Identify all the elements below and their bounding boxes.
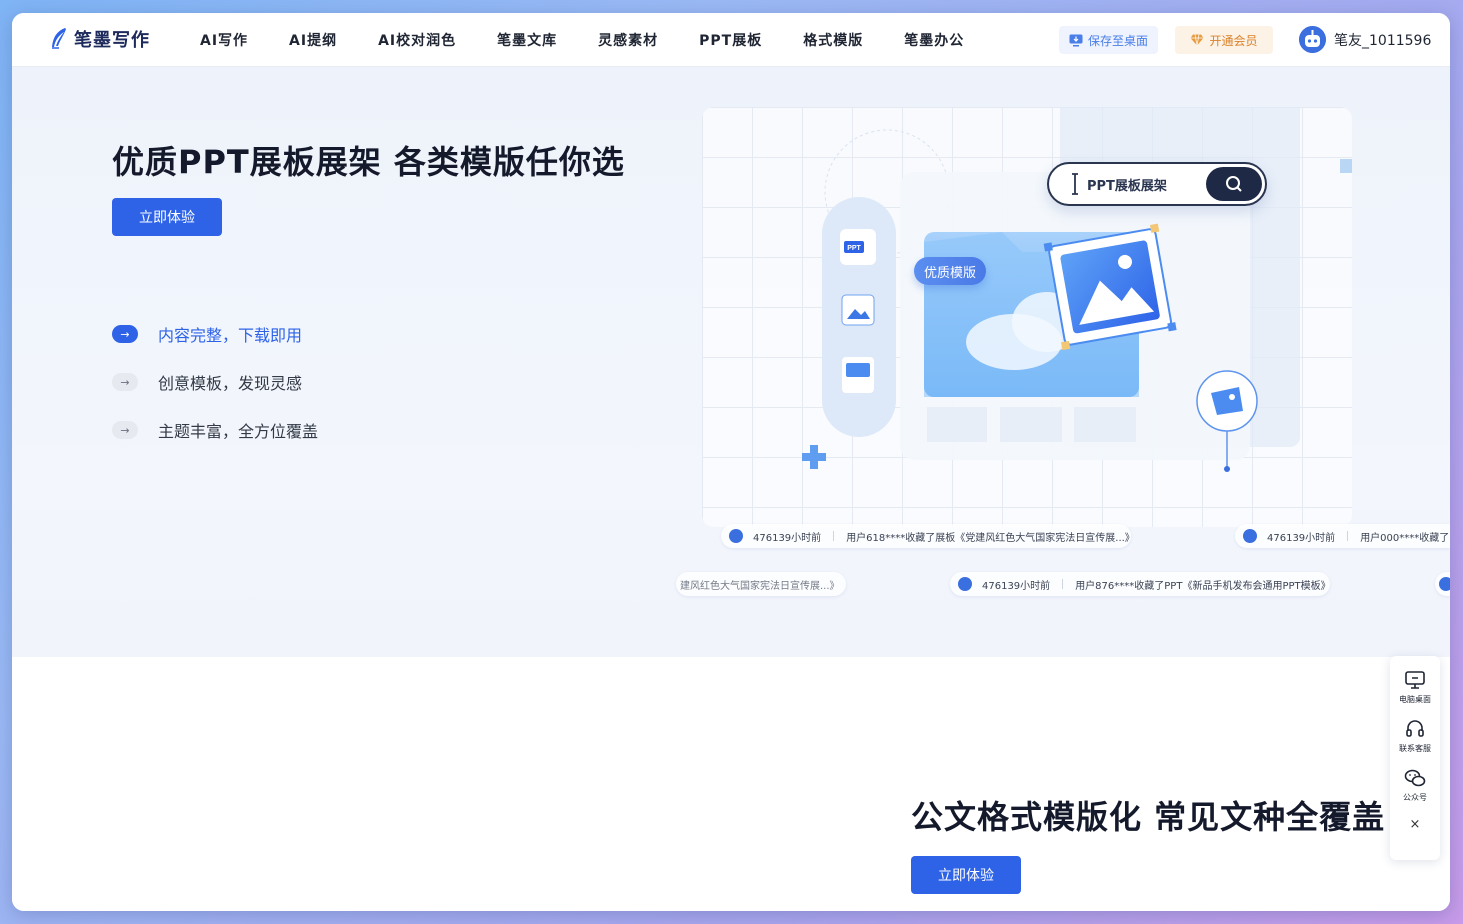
save-to-desktop-label: 保存至桌面 [1087,33,1148,48]
activity-chip: 476139小时前 用户000****收藏了PPT [1235,524,1450,548]
side-label: 公众号 [1403,793,1427,802]
arrow-right-icon: → [112,325,138,343]
wechat-icon [1404,769,1426,787]
search-box-illustration: PPT展板展架 [1047,162,1267,206]
activity-chip [1435,572,1450,596]
avatar [1299,26,1326,53]
user-icon [1243,529,1257,543]
activity-time: 476139小时前 [753,532,822,544]
logo-text: 笔墨写作 [74,30,150,51]
feature-text: 内容完整，下载即用 [158,326,303,345]
monitor-icon [1405,671,1425,689]
try-now-button[interactable]: 立即体验 [112,198,222,236]
hero-title: 优质PPT展板展架 各类模版任你选 [112,143,625,181]
divider [1347,531,1349,541]
nav-ai-proofread[interactable]: AI校对润色 [378,30,456,50]
feature-list: → 内容完整，下载即用 → 创意模板，发现灵感 → 主题丰富，全方位覆盖 [112,322,318,466]
headset-icon [1406,720,1424,737]
side-label: 电脑桌面 [1399,695,1431,704]
ppt-badge: PPT [847,245,861,252]
search-icon [1226,176,1242,192]
feature-item-creative[interactable]: → 创意模板，发现灵感 [112,370,318,394]
try-now-button-2[interactable]: 立即体验 [911,856,1021,894]
hero-section: 优质PPT展板展架 各类模版任你选 立即体验 → 内容完整，下载即用 → 创意模… [12,67,1450,657]
side-label: 联系客服 [1399,744,1431,753]
section-title: 公文格式模版化 常见文种全覆盖 [911,798,1386,836]
nav-format-template[interactable]: 格式模版 [803,30,863,50]
official-doc-section: 公文格式模版化 常见文种全覆盖 立即体验 [12,657,1450,911]
wechat-official-button[interactable]: 公众号 [1403,766,1427,803]
quill-logo-icon [52,28,66,49]
search-text: PPT展板展架 [1087,178,1167,194]
open-vip-label: 开通会员 [1209,33,1258,48]
floating-toolbar: 电脑桌面 联系客服 公众号 × [1390,656,1440,860]
close-icon[interactable]: × [1410,817,1421,832]
activity-message: 用户618****收藏了展板《党建风红色大气国家宪法日宣传展...》 [846,532,1131,544]
activity-time: 476139小时前 [982,580,1051,592]
robot-avatar-icon [1299,26,1326,53]
user-icon [1439,577,1450,591]
activity-time: 476139小时前 [1267,532,1336,544]
logo[interactable]: 笔墨写作 [50,26,150,52]
diamond-icon [1190,34,1204,46]
feature-item-themes[interactable]: → 主题丰富，全方位覆盖 [112,418,318,442]
activity-message: 用户000****收藏了PPT [1360,532,1450,544]
quality-template-tag: 优质模版 [914,257,987,285]
nav-office[interactable]: 笔墨办公 [904,30,964,50]
divider [833,531,835,541]
nav-ppt-board[interactable]: PPT展板 [699,30,762,50]
save-to-desktop-button[interactable]: 保存至桌面 [1059,26,1158,54]
nav-library[interactable]: 笔墨文库 [497,30,557,50]
customer-service-button[interactable]: 联系客服 [1399,717,1431,754]
hero-illustration: PPT PPT展板展架 优质模版 [702,107,1352,527]
divider [1062,579,1064,589]
activity-chip: 建风红色大气国家宪法日宣传展...》 [676,572,846,596]
user-menu[interactable]: 笔友_1011596 [1299,26,1431,53]
user-name: 笔友_1011596 [1334,32,1432,49]
text-cursor-icon [1072,173,1078,195]
feature-text: 创意模板，发现灵感 [158,374,303,393]
nav-inspiration[interactable]: 灵感素材 [598,30,658,50]
browser-window: 笔墨写作 AI写作 AI提纲 AI校对润色 笔墨文库 灵感素材 PPT展板 格式… [12,13,1450,911]
desktop-shortcut-button[interactable]: 电脑桌面 [1399,668,1431,705]
arrow-right-icon: → [112,373,138,391]
activity-chip: 476139小时前 用户876****收藏了PPT《新品手机发布会通用PPT模板… [950,572,1330,596]
user-icon [958,577,972,591]
user-icon [729,529,743,543]
desktop-download-icon [1069,34,1083,46]
activity-chip: 476139小时前 用户618****收藏了展板《党建风红色大气国家宪法日宣传展… [721,524,1131,548]
open-vip-button[interactable]: 开通会员 [1175,26,1273,54]
feature-text: 主题丰富，全方位覆盖 [158,422,319,441]
search-button [1206,167,1262,201]
top-header: 笔墨写作 AI写作 AI提纲 AI校对润色 笔墨文库 灵感素材 PPT展板 格式… [12,13,1450,67]
feature-item-complete[interactable]: → 内容完整，下载即用 [112,322,318,346]
activity-message: 用户876****收藏了PPT《新品手机发布会通用PPT模板》 [1075,580,1330,592]
nav-ai-outline[interactable]: AI提纲 [289,30,337,50]
nav-ai-writing[interactable]: AI写作 [200,30,248,50]
activity-message: 建风红色大气国家宪法日宣传展...》 [680,580,840,592]
arrow-right-icon: → [112,421,138,439]
main-nav: AI写作 AI提纲 AI校对润色 笔墨文库 灵感素材 PPT展板 格式模版 笔墨… [200,13,1005,67]
